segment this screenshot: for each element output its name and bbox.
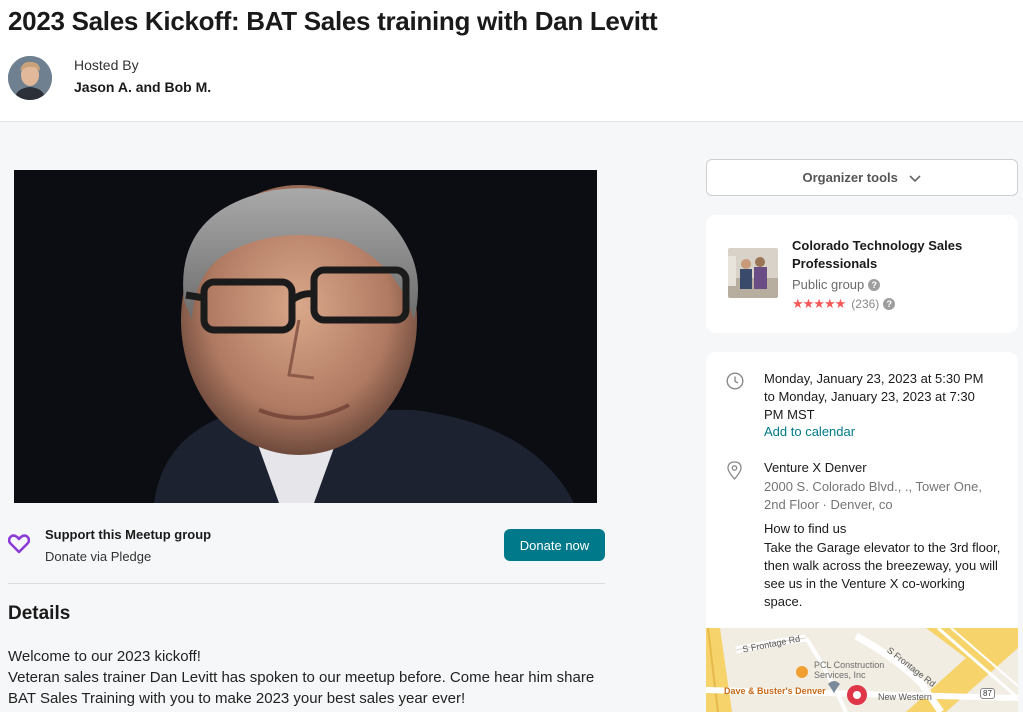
heart-icon	[8, 534, 30, 554]
group-rating[interactable]: ★★★★★ (236)?	[792, 296, 896, 312]
map-poi-label: PCL Construction Services, Inc	[814, 660, 885, 680]
event-image	[14, 170, 597, 503]
rating-count: (236)	[851, 297, 880, 311]
organizer-tools-label: Organizer tools	[802, 170, 898, 185]
host-avatar[interactable]	[8, 56, 52, 100]
map-poi-label: New Western	[878, 692, 932, 702]
group-card[interactable]: Colorado Technology Sales Professionals …	[706, 215, 1018, 333]
event-title: 2023 Sales Kickoff: BAT Sales training w…	[8, 6, 658, 36]
speaker-photo	[14, 170, 597, 503]
details-line: Welcome to our 2023 kickoff!	[8, 648, 201, 665]
venue-name[interactable]: Venture X Denver	[764, 460, 867, 475]
organizer-tools-button[interactable]: Organizer tools	[706, 159, 1018, 196]
group-thumbnail[interactable]	[728, 248, 778, 298]
support-title: Support this Meetup group	[45, 527, 212, 542]
details-heading: Details	[8, 603, 71, 624]
details-body: Welcome to our 2023 kickoff! Veteran sal…	[8, 646, 608, 709]
add-to-calendar-link[interactable]: Add to calendar	[764, 424, 855, 439]
chevron-down-icon	[909, 174, 922, 182]
star-rating-icon: ★★★★★	[792, 296, 846, 311]
event-info-card: Monday, January 23, 2023 at 5:30 PM to M…	[706, 352, 1018, 712]
host-names[interactable]: Jason A. and Bob M.	[74, 79, 211, 95]
clock-icon	[726, 372, 744, 390]
event-header: 2023 Sales Kickoff: BAT Sales training w…	[0, 0, 1023, 122]
map-poi-label: Dave & Buster's Denver	[724, 686, 826, 696]
venue-address: 2000 S. Colorado Blvd., ., Tower One, 2n…	[764, 479, 982, 512]
details-line: Veteran sales trainer Dan Levitt has spo…	[8, 669, 595, 707]
support-subtitle: Donate via Pledge	[45, 549, 152, 564]
location-pin-icon	[727, 461, 742, 480]
group-name[interactable]: Colorado Technology Sales Professionals	[792, 237, 992, 273]
map-highway-shield: 87	[980, 688, 995, 699]
group-photo	[728, 248, 778, 298]
group-type: Public group?	[792, 277, 881, 292]
how-to-find-heading: How to find us	[764, 521, 847, 536]
venue-map[interactable]: S Frontage Rd S Frontage Rd PCL Construc…	[706, 628, 1018, 712]
how-to-find-text: Take the Garage elevator to the 3rd floo…	[764, 540, 1001, 609]
group-type-label: Public group	[792, 277, 865, 292]
support-group-section: Support this Meetup group Donate via Ple…	[8, 520, 605, 584]
donate-now-button[interactable]: Donate now	[504, 529, 605, 561]
help-icon[interactable]: ?	[883, 298, 896, 310]
help-icon[interactable]: ?	[868, 279, 881, 291]
hosted-by-label: Hosted By	[74, 57, 139, 73]
host-photo	[8, 56, 52, 100]
event-date-time: Monday, January 23, 2023 at 5:30 PM to M…	[764, 371, 984, 422]
